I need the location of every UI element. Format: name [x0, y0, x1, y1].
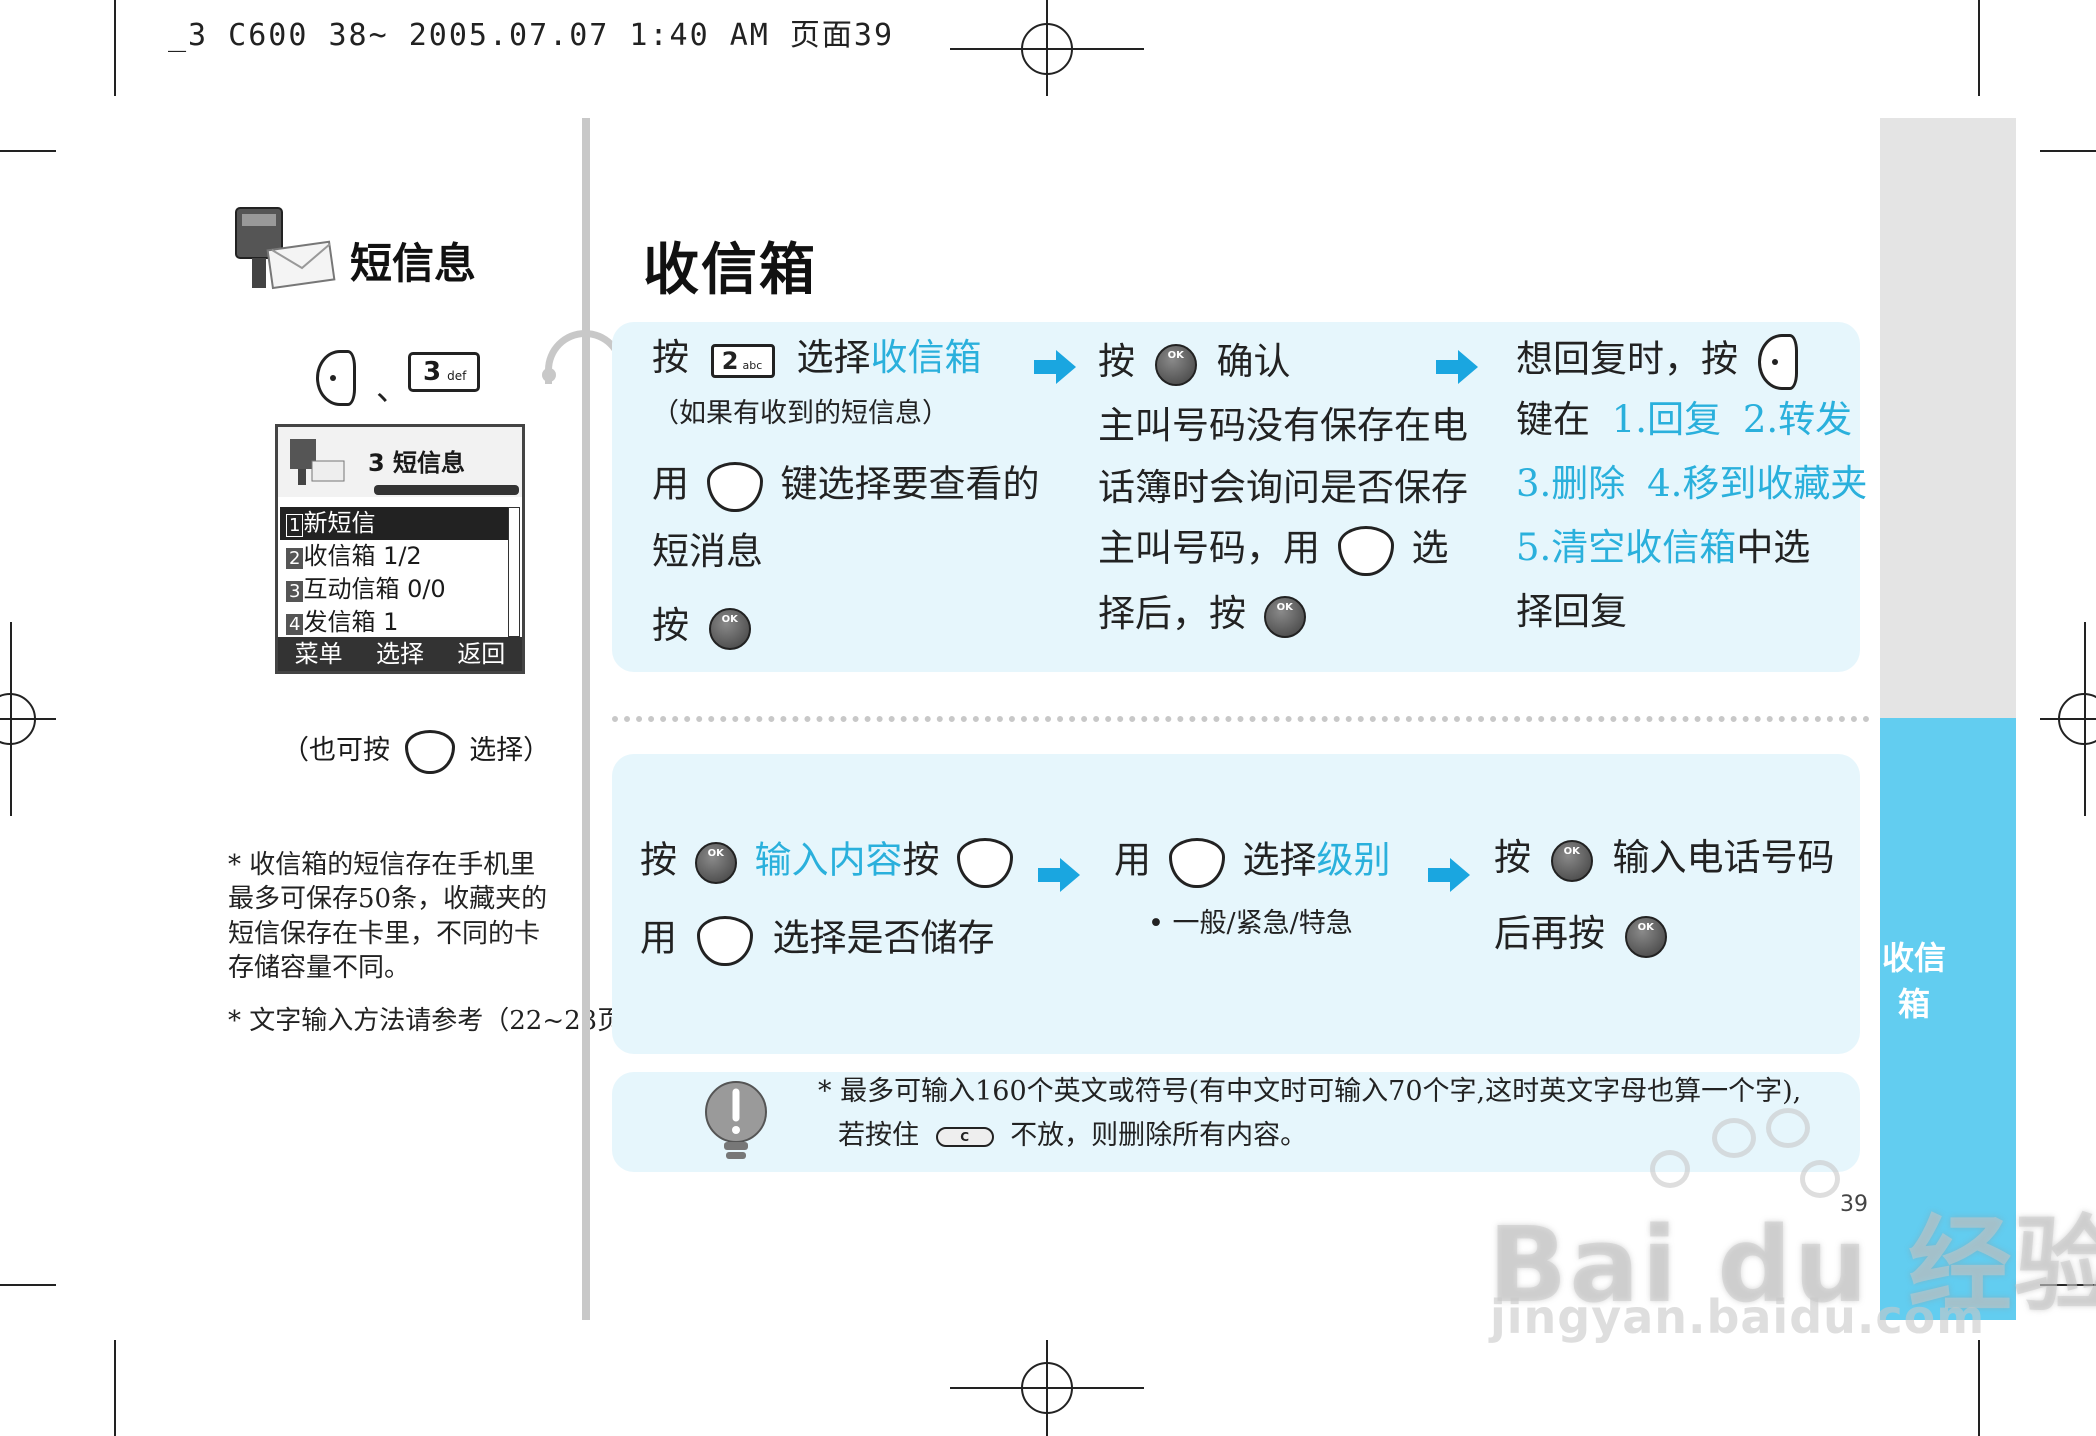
step2-line5: 择后，按 — [1098, 592, 1306, 638]
registration-mark — [0, 693, 36, 745]
phone-menu-item[interactable]: 3 互动信箱 0/0 — [280, 573, 508, 606]
key-3-sub: def — [447, 369, 467, 383]
step3-line4: 5.清空收信箱中选 — [1516, 526, 1811, 569]
ok-key-icon — [1263, 595, 1306, 638]
registration-mark — [1021, 1362, 1073, 1414]
step1-line4: 短消息 — [652, 530, 763, 573]
nav-key-icon — [1337, 526, 1394, 576]
nav-key-icon — [696, 916, 753, 966]
key-3-label: 3 — [423, 357, 442, 387]
nav-key-icon — [706, 462, 763, 512]
step1-line5: 按 — [652, 604, 751, 650]
registration-mark — [2058, 693, 2096, 745]
also-press-note: （也可按 选择） — [282, 728, 550, 774]
soft-key-icon — [1757, 334, 1798, 390]
crop-mark — [0, 1284, 56, 1286]
nav-key-icon — [404, 729, 455, 774]
ok-key-icon — [1550, 839, 1593, 882]
nav-key-icon — [957, 838, 1014, 888]
reply-line2: 用 选择是否储存 — [640, 916, 995, 966]
step3-line5: 择回复 — [1516, 590, 1627, 633]
storage-note: * 收信箱的短信存在手机里最多可保存50条，收藏夹的短信保存在卡里，不同的卡存储… — [228, 850, 548, 983]
reply-level-line: 用 选择级别 — [1114, 838, 1391, 888]
step1-hint: （如果有收到的短信息） — [652, 398, 949, 429]
lightbulb-icon — [705, 1081, 767, 1159]
step3-line2: 键在 1.回复 2.转发 — [1516, 398, 1853, 441]
reply-panel — [612, 754, 1860, 1054]
reply-phone-line: 按 输入电话号码 — [1494, 836, 1835, 882]
phone-screen: 3 短信息 1 新短信 2 收信箱 1/2 3 互动信箱 0/0 4 发信箱 1 菜单 … — [275, 424, 525, 674]
tip-line2: 若按住 C 不放，则删除所有内容。 — [838, 1120, 1308, 1151]
step2-line1: 按 确认 — [1098, 340, 1291, 386]
page-title: 收信箱 — [643, 238, 817, 303]
reply-line1: 按 输入内容按 — [640, 838, 1014, 888]
section-title: 短信息 — [350, 239, 477, 288]
key-separator: 、 — [376, 370, 409, 408]
key-3: 3 def — [408, 352, 480, 392]
phone-menu-item[interactable]: 1 新短信 — [280, 507, 508, 540]
step1-line1: 按 2 abc 选择收信箱 — [652, 336, 982, 379]
crop-mark — [114, 0, 116, 96]
step1-line3: 用 键选择要查看的 — [652, 462, 1040, 512]
reply-send-line: 后再按 — [1494, 912, 1667, 958]
nav-key-icon — [1168, 838, 1225, 888]
crop-mark — [0, 150, 56, 152]
phone-softkeys: 菜单 选择 返回 — [278, 637, 522, 671]
softkey-back[interactable]: 返回 — [457, 637, 505, 671]
phone-page-indicator — [374, 485, 519, 495]
step2-line2: 主叫号码没有保存在电 — [1098, 404, 1468, 447]
softkey-select[interactable]: 选择 — [376, 637, 424, 671]
ok-key-icon — [708, 607, 751, 650]
input-method-note: * 文字输入方法请参考（22~23页） — [228, 1006, 650, 1036]
softkey-menu[interactable]: 菜单 — [295, 637, 343, 671]
step3-line3: 3.删除 4.移到收藏夹 — [1516, 462, 1868, 505]
phone-title: 3 短信息 — [368, 449, 466, 477]
binder-hook-end — [542, 368, 556, 382]
crop-mark — [1978, 1340, 1980, 1436]
step2-line4: 主叫号码，用 选 — [1098, 526, 1449, 576]
registration-mark — [1021, 23, 1073, 75]
crop-mark — [114, 1340, 116, 1436]
print-header: _3 C600 38~ 2005.07.07 1:40 AM 页面39 — [168, 18, 895, 53]
soft-key-icon — [316, 350, 356, 406]
watermark-paw-icon — [1712, 1118, 1756, 1158]
mailbox-icon — [235, 207, 336, 290]
phone-scrollbar — [508, 507, 520, 637]
side-tab-gray — [1880, 118, 2016, 718]
clear-key-icon: C — [935, 1126, 994, 1147]
mailbox-icon — [290, 439, 345, 485]
watermark-url: jingyan.baidu.com — [1490, 1290, 1986, 1344]
crop-mark — [2040, 150, 2096, 152]
ok-key-icon — [1624, 915, 1667, 958]
reply-level-options: • 一般/紧急/特急 — [1148, 908, 1353, 939]
ok-key-icon — [1154, 343, 1197, 386]
column-divider — [582, 118, 590, 1320]
side-tab-label: 收信箱 — [1881, 939, 1946, 1023]
key-2: 2 abc — [710, 343, 775, 378]
left-soft-key — [316, 350, 356, 406]
phone-menu-item[interactable]: 2 收信箱 1/2 — [280, 540, 508, 573]
step2-line3: 话簿时会询问是否保存 — [1098, 466, 1468, 509]
section-divider — [612, 716, 1870, 722]
tip-line1: * 最多可输入160个英文或符号(有中文时可输入70个字,这时英文字母也算一个字… — [818, 1076, 1802, 1107]
watermark-paw-icon — [1766, 1108, 1810, 1148]
crop-mark — [1978, 0, 1980, 96]
phone-header: 3 短信息 — [278, 427, 522, 497]
phone-menu-item[interactable]: 4 发信箱 1 — [280, 606, 508, 639]
ok-key-icon — [694, 842, 737, 884]
step3-line1: 想回复时，按 — [1516, 334, 1798, 390]
